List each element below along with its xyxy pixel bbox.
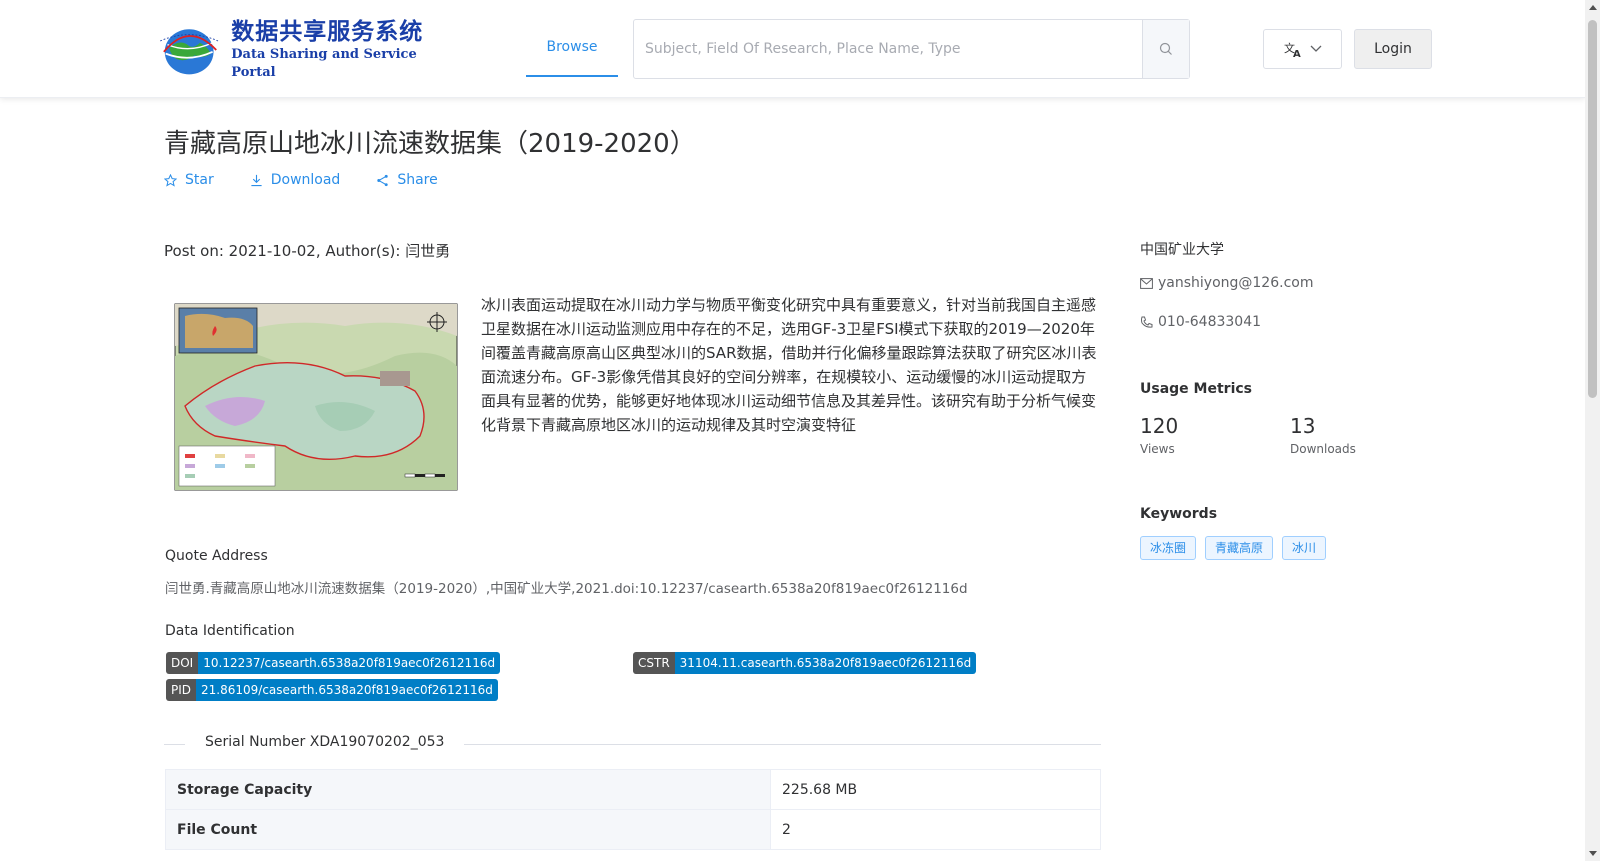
logo-text: 数据共享服务系统 Data Sharing and Service Portal <box>231 18 443 82</box>
language-dropdown[interactable]: 文 A <box>1263 29 1342 69</box>
table-row: File Count 2 <box>165 809 1101 850</box>
phone-text: 010-64833041 <box>1158 314 1262 330</box>
dataset-abstract: 冰川表面运动提取在冰川动力学与物质平衡变化研究中具有重要意义，针对当前我国自主遥… <box>481 296 1097 434</box>
scroll-down-arrow[interactable] <box>1585 846 1600 861</box>
pid-value: 21.86109/casearth.6538a20f819aec0f261211… <box>196 679 498 701</box>
logo-title-cn: 数据共享服务系统 <box>231 19 424 45</box>
quote-address-text: 闫世勇.青藏高原山地冰川流速数据集（2019-2020）,中国矿业大学,2021… <box>165 581 968 597</box>
cstr-key: CSTR <box>633 652 675 674</box>
pid-badge[interactable]: PID 21.86109/casearth.6538a20f819aec0f26… <box>166 679 498 701</box>
table-key: Storage Capacity <box>165 769 771 810</box>
doi-key: DOI <box>166 652 199 674</box>
serial-number: Serial Number XDA19070202_053 <box>185 734 465 750</box>
login-button[interactable]: Login <box>1354 29 1432 69</box>
email-text: yanshiyong@126.com <box>1158 275 1314 291</box>
dataset-title: 青藏高原山地冰川流速数据集（2019-2020） <box>164 129 696 159</box>
globe-logo-icon <box>160 29 219 75</box>
phone-icon <box>1141 316 1153 328</box>
views-label: Views <box>1140 442 1175 456</box>
download-button[interactable]: Download <box>250 172 341 188</box>
dataset-info-table: Storage Capacity 225.68 MB File Count 2 <box>165 769 1101 850</box>
downloads-count: 13 <box>1290 414 1316 438</box>
star-icon <box>164 173 177 187</box>
nav-browse-tab[interactable]: Browse <box>526 20 618 77</box>
share-button[interactable]: Share <box>376 172 438 188</box>
caret-up-icon <box>1588 5 1597 10</box>
keyword-tag[interactable]: 冰川 <box>1282 536 1327 560</box>
contact-email[interactable]: yanshiyong@126.com <box>1140 275 1313 291</box>
scroll-up-arrow[interactable] <box>1585 0 1600 15</box>
data-identification-label: Data Identification <box>165 623 295 639</box>
keywords-title: Keywords <box>1140 506 1218 522</box>
post-info: Post on: 2021-10-02, Author(s): 闫世勇 <box>164 242 451 260</box>
keyword-tag[interactable]: 青藏高原 <box>1205 536 1274 560</box>
caret-down-icon <box>1588 851 1597 856</box>
quote-address-label: Quote Address <box>165 548 268 564</box>
table-value: 225.68 MB <box>770 769 1101 810</box>
page-scrollbar[interactable] <box>1585 0 1600 861</box>
star-button[interactable]: Star <box>164 172 214 188</box>
dataset-map-figure[interactable] <box>165 296 461 496</box>
keyword-tag[interactable]: 冰冻圈 <box>1140 536 1197 560</box>
logo-title-en: Data Sharing and Service Portal <box>231 47 417 80</box>
download-label: Download <box>270 172 341 188</box>
organization-name: 中国矿业大学 <box>1140 242 1224 258</box>
cstr-value: 31104.11.casearth.6538a20f819aec0f261211… <box>674 652 977 674</box>
dataset-actions: Star Download Share <box>164 172 438 188</box>
star-label: Star <box>185 172 214 188</box>
views-count: 120 <box>1140 414 1179 438</box>
top-header: 数据共享服务系统 Data Sharing and Service Portal… <box>0 0 1585 98</box>
share-icon <box>377 174 389 186</box>
table-row: Storage Capacity 225.68 MB <box>165 769 1101 810</box>
downloads-label: Downloads <box>1290 442 1356 456</box>
table-key: File Count <box>165 809 771 850</box>
site-logo[interactable]: 数据共享服务系统 Data Sharing and Service Portal <box>153 18 443 82</box>
table-value: 2 <box>770 809 1101 850</box>
usage-metrics-title: Usage Metrics <box>1140 381 1252 397</box>
search-icon <box>1159 42 1172 55</box>
search-button[interactable] <box>1142 20 1189 78</box>
svg-text:A: A <box>1293 49 1301 58</box>
translate-icon: 文 A <box>1284 41 1301 58</box>
search-box <box>633 19 1190 79</box>
scroll-thumb[interactable] <box>1588 20 1597 398</box>
download-icon <box>251 174 262 186</box>
mail-icon <box>1140 277 1153 289</box>
share-label: Share <box>397 172 438 188</box>
cstr-badge[interactable]: CSTR 31104.11.casearth.6538a20f819aec0f2… <box>633 652 977 674</box>
chevron-down-icon <box>1310 45 1321 52</box>
doi-badge[interactable]: DOI 10.12237/casearth.6538a20f819aec0f26… <box>166 652 501 674</box>
keyword-tags: 冰冻圈 青藏高原 冰川 <box>1140 536 1327 560</box>
doi-value: 10.12237/casearth.6538a20f819aec0f261211… <box>198 652 501 674</box>
pid-key: PID <box>166 679 197 701</box>
search-input[interactable] <box>634 20 1142 78</box>
contact-phone[interactable]: 010-64833041 <box>1140 314 1261 330</box>
